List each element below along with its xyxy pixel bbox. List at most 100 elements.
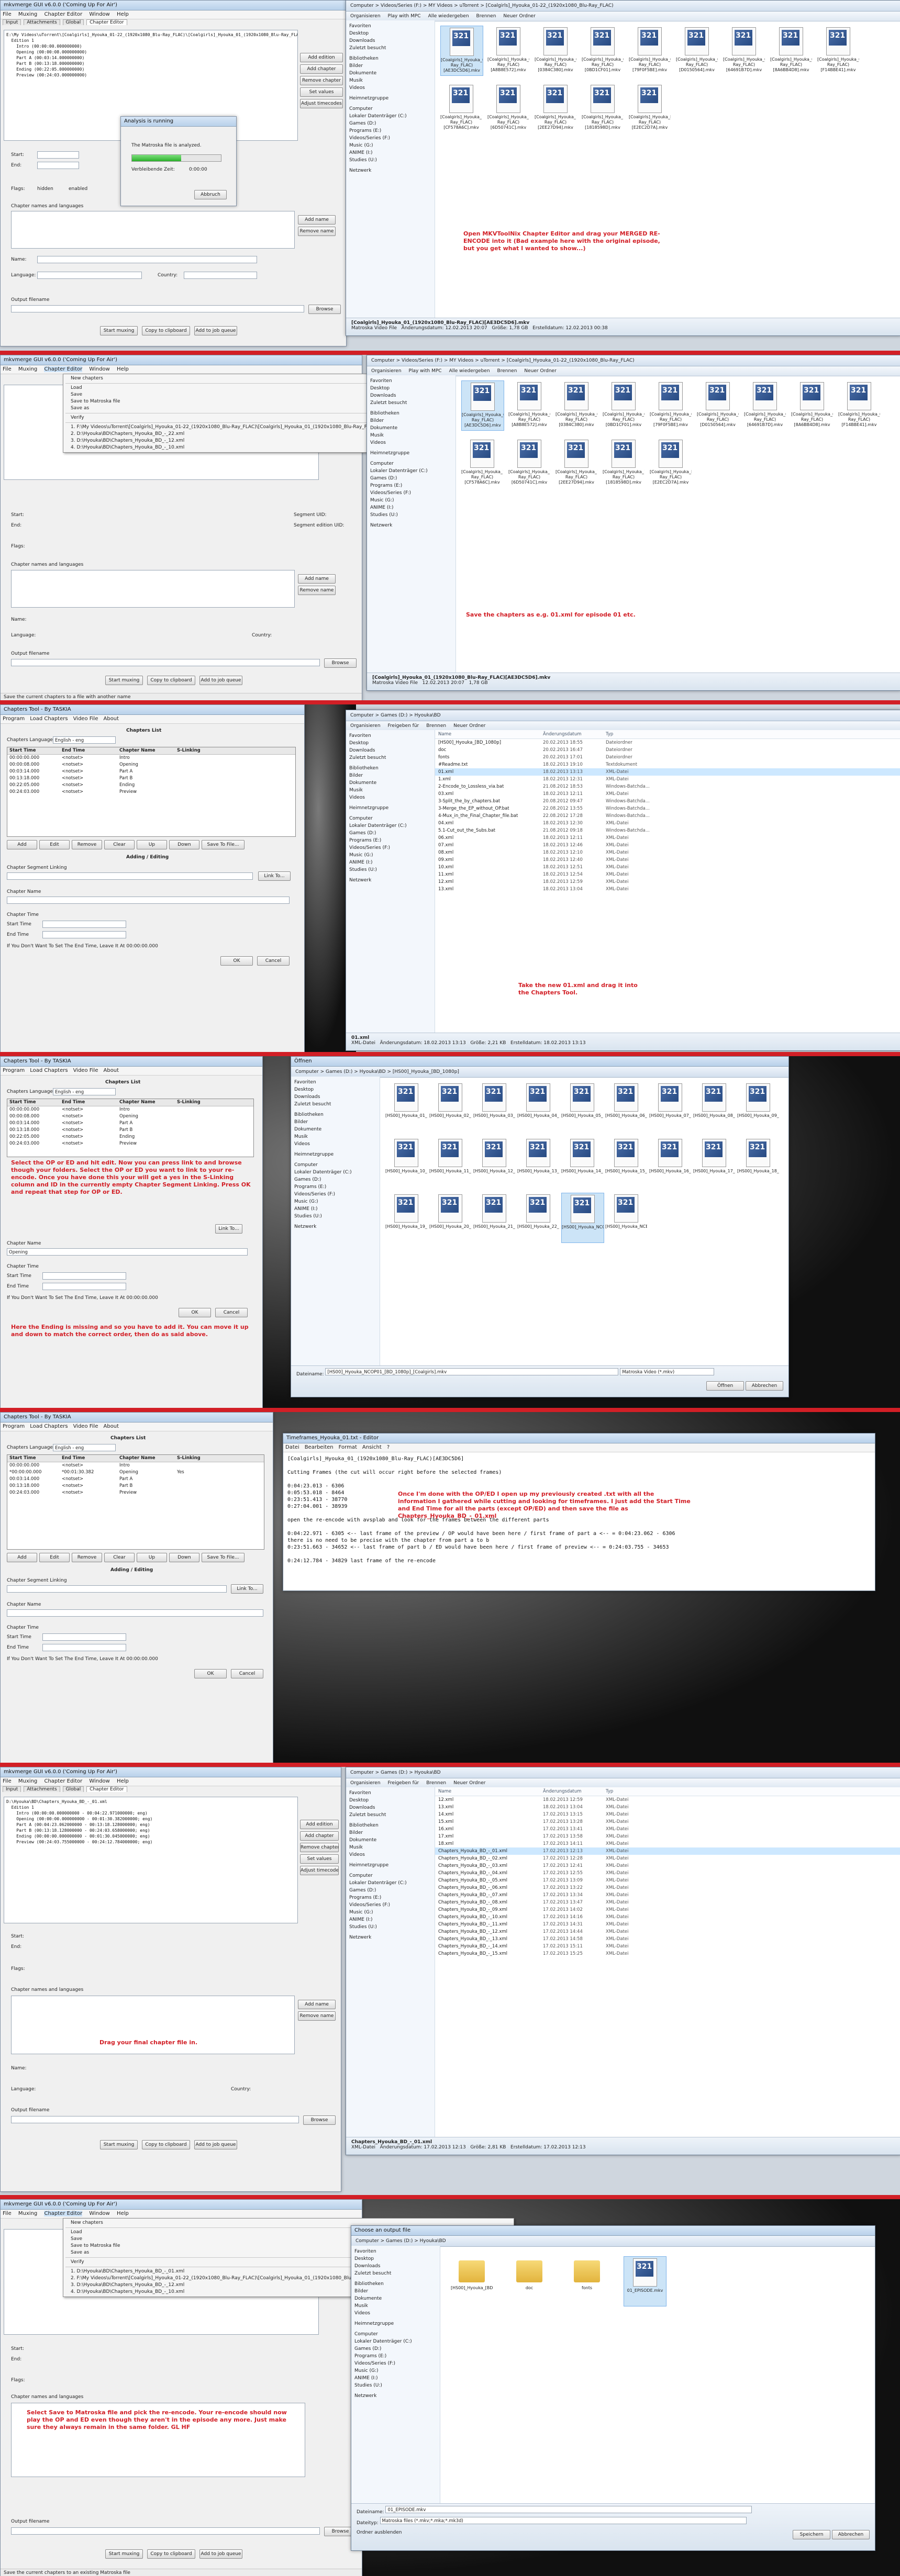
column-header[interactable]: Typ [606,730,658,738]
nav-item[interactable]: Netzwerk [370,522,452,529]
nav-item[interactable]: Netzwerk [294,1223,376,1230]
filter-select[interactable]: Matroska Video (*.mkv) [620,1368,715,1375]
toolbar-item[interactable]: Freigeben für [388,723,419,729]
file-tile[interactable]: [HS00]_Hyouka_10_[BD_1080p]_[Coalgirls].… [385,1137,427,1186]
file-tile[interactable]: [Coalgirls]_Hyouka_11_(1920x1080_Blu-Ray… [508,438,550,487]
nav-item[interactable]: Lokaler Datenträger (C:) [349,1879,431,1887]
nav-item[interactable]: Bilder [294,1118,376,1126]
toolbar-item[interactable]: Alle wiedergeben [449,368,490,374]
add-chapter-button[interactable]: Add chapter [300,64,343,74]
nav-item[interactable]: Music (G:) [354,2367,437,2375]
menu-help[interactable]: Help [117,12,129,17]
enabled-checkbox[interactable]: enabled [69,186,87,192]
chapters-language-select[interactable]: English - eng [53,736,116,744]
notepad-menu-item[interactable]: Format [339,1444,357,1450]
name-field[interactable] [37,256,257,263]
end-time-field[interactable] [42,1644,126,1651]
file-row[interactable]: 01.xml 18.02.2013 13:13 XML-Datei [435,768,900,776]
end-time-field[interactable] [42,931,126,938]
nav-item[interactable]: Videos/Series (F:) [349,1901,431,1909]
nav-item[interactable]: Studies (U:) [349,156,431,164]
file-tile[interactable]: [HS00]_Hyouka_[BD_1080p] [451,2256,493,2305]
end-time-field[interactable] [42,1283,126,1290]
nav-item[interactable]: Computer [349,1872,431,1879]
remove-name-button[interactable]: Remove name [298,2011,336,2021]
nav-item[interactable]: Netzwerk [349,1934,431,1941]
nav-item[interactable]: Programs (E:) [349,127,431,135]
menu-help[interactable]: Help [117,1778,129,1784]
file-tile[interactable]: doc [508,2256,550,2305]
file-row[interactable]: 5.1-Cut_out_the_Subs.bat 21.08.2012 09:18… [435,827,900,834]
nav-item[interactable]: ANIME (I:) [349,1916,431,1923]
remove-chapter-button[interactable]: Remove chapter [300,1843,339,1852]
add-job-button[interactable]: Add to job queue [199,2549,242,2559]
file-tile[interactable]: [Coalgirls]_Hyouka_03_(1920x1080_Blu-Ray… [535,26,576,75]
file-tile[interactable]: [Coalgirls]_Hyouka_08_(1920x1080_Blu-Ray… [770,26,812,75]
tree-node[interactable]: Opening (00:00:08.000000000) [6,49,295,55]
grid-row[interactable]: 00:03:14.000 <notset> Part A [7,768,295,775]
tab-chapter-editor[interactable]: Chapter Editor [86,1786,127,1792]
nav-item[interactable]: Dokumente [354,2295,437,2302]
nav-item[interactable]: Dokumente [370,424,452,432]
link-to-button[interactable]: Link To... [231,1584,263,1594]
file-row[interactable]: 11.xml 18.02.2013 12:54 XML-Datei [435,871,900,878]
file-tile[interactable]: [HS00]_Hyouka_NCED01_[BD_1080p]_[Coalgir… [605,1193,647,1242]
nav-item[interactable]: Desktop [349,30,431,37]
nav-item[interactable]: Lokaler Datenträger (C:) [354,2338,437,2345]
nav-item[interactable]: Bibliotheken [354,2280,437,2288]
nav-item[interactable]: Videos/Series (F:) [370,489,452,497]
grid-row[interactable]: 00:13:18.000 <notset> Part B [7,1127,253,1134]
adjust-timecodes-button[interactable]: Adjust timecodes [300,1866,339,1875]
browse-button[interactable]: Browse [324,658,357,668]
nav-item[interactable]: Bibliotheken [370,410,452,417]
nav-item[interactable]: Music (G:) [349,852,431,859]
output-filename-field[interactable] [11,2116,299,2123]
file-tile[interactable]: [Coalgirls]_Hyouka_03_(1920x1080_Blu-Ray… [555,380,597,430]
file-tile[interactable]: [HS00]_Hyouka_09_[BD_1080p]_[Coalgirls].… [737,1082,779,1131]
nav-item[interactable]: Programs (E:) [294,1183,376,1191]
file-tile[interactable]: [Coalgirls]_Hyouka_10_(1920x1080_Blu-Ray… [440,83,482,132]
tab-input[interactable]: Input [3,19,21,25]
file-tile[interactable]: [HS00]_Hyouka_06_[BD_1080p]_[Coalgirls].… [605,1082,647,1131]
file-tile[interactable]: 01_EPISODE.mkv [624,2256,666,2306]
toolbar-item[interactable]: Neuer Ordner [453,1780,485,1786]
nav-item[interactable]: Favoriten [349,1789,431,1797]
file-tile[interactable]: [HS00]_Hyouka_11_[BD_1080p]_[Coalgirls].… [429,1137,471,1186]
nav-item[interactable]: Dokumente [349,779,431,787]
nav-item[interactable]: Downloads [294,1093,376,1101]
file-row[interactable]: 1.xml 18.02.2013 12:31 XML-Datei [435,776,900,783]
copy-clipboard-button[interactable]: Copy to clipboard [142,326,190,335]
tree-node[interactable]: Part B (00:13:18.128000000 - 00:24:03.65… [6,1828,295,1833]
app-menu-item[interactable]: Video File [73,716,98,722]
file-row[interactable]: 18.xml 17.02.2013 14:11 XML-Datei [435,1840,900,1847]
file-tile[interactable]: [Coalgirls]_Hyouka_01_(1920x1080_Blu-Ray… [440,26,483,76]
nav-item[interactable]: Zuletzt besucht [349,1811,431,1819]
tab-global[interactable]: Global [62,1786,84,1792]
file-row[interactable]: Chapters_Hyouka_BD_-_08.xml 17.02.2013 13… [435,1899,900,1906]
start-time-field[interactable] [42,1633,126,1641]
nav-item[interactable]: Games (D:) [349,830,431,837]
chapter-name-field[interactable] [7,1609,263,1617]
tree-node[interactable]: Part A (00:03:14.000000000) [6,55,295,61]
remove-name-button[interactable]: Remove name [298,227,336,236]
add-job-button[interactable]: Add to job queue [194,2140,237,2149]
nav-item[interactable]: Computer [349,105,431,113]
tree-node[interactable]: Intro (00:00:00.000000000 - 00:04:22.971… [6,1810,295,1816]
grid-button[interactable]: Down [169,840,199,849]
file-row[interactable]: 03.xml 18.02.2013 12:11 XML-Datei [435,790,900,798]
file-row[interactable]: 2-Encode_to_Lossless_via.bat 21.08.2012 1… [435,783,900,790]
end-field[interactable] [37,162,79,169]
nav-item[interactable]: Downloads [349,1804,431,1811]
grid-row[interactable]: 00:00:00.000 <notset> Intro [7,1462,264,1469]
nav-item[interactable]: Downloads [354,2263,437,2270]
grid-button[interactable]: Edit [39,840,70,849]
nav-item[interactable]: Dokumente [294,1126,376,1133]
file-tile[interactable]: [Coalgirls]_Hyouka_05_(1920x1080_Blu-Ray… [650,380,692,430]
file-tile[interactable]: [Coalgirls]_Hyouka_13_(1920x1080_Blu-Ray… [603,438,645,487]
toolbar-item[interactable]: Organisieren [350,723,381,729]
file-tile[interactable]: [Coalgirls]_Hyouka_09_(1920x1080_Blu-Ray… [817,26,859,75]
tree-node[interactable]: Part A (00:04:23.062000000 - 00:13:18.12… [6,1822,295,1828]
nav-item[interactable]: Bibliotheken [349,765,431,772]
file-tile[interactable]: [Coalgirls]_Hyouka_12_(1920x1080_Blu-Ray… [555,438,597,487]
file-tile[interactable]: [HS00]_Hyouka_12_[BD_1080p]_[Coalgirls].… [473,1137,515,1186]
